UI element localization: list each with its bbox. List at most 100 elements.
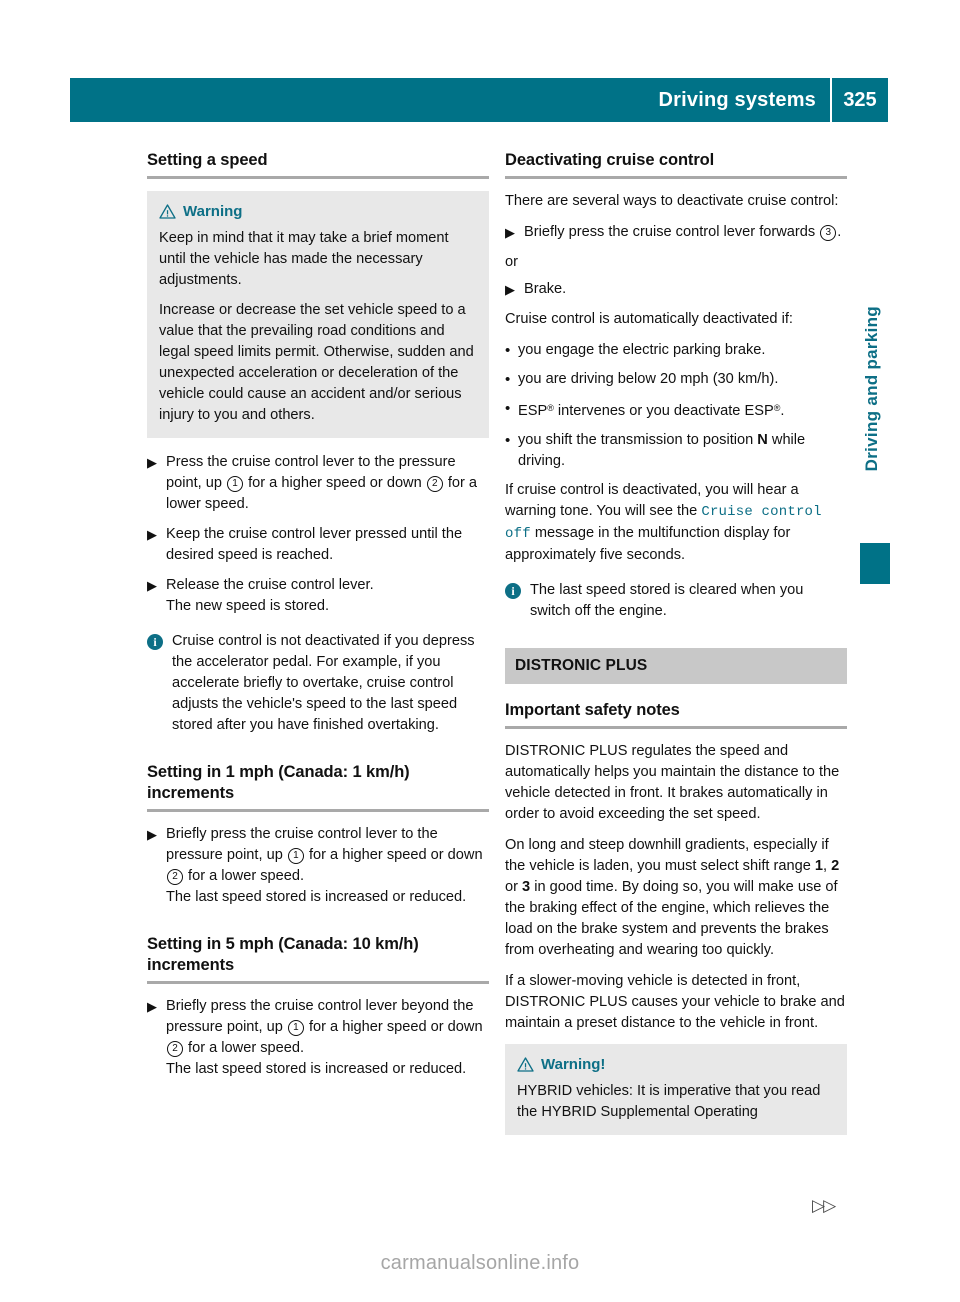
info-note-text: Cruise control is not deactivated if you… bbox=[172, 633, 475, 733]
warning-triangle-icon bbox=[517, 1057, 534, 1072]
list-item: • ESP® intervenes or you deactivate ESP®… bbox=[505, 398, 847, 422]
heading-rule bbox=[505, 176, 847, 179]
warning-box-hybrid: Warning! HYBRID vehicles: It is imperati… bbox=[505, 1044, 847, 1135]
list-item: • you are driving below 20 mph (30 km/h)… bbox=[505, 369, 847, 390]
step-marker-icon: ▶ bbox=[147, 578, 157, 593]
step-marker-icon: ▶ bbox=[147, 827, 157, 842]
warning-header: Warning! bbox=[517, 1054, 835, 1075]
step-marker-icon: ▶ bbox=[147, 455, 157, 470]
list-item-text: ESP® intervenes or you deactivate ESP®. bbox=[518, 398, 847, 422]
esp-mid: intervenes or you deactivate ESP bbox=[553, 403, 774, 419]
list-item-text: you shift the transmission to position N… bbox=[518, 430, 847, 472]
para2-pre: On long and steep downhill gradients, es… bbox=[505, 837, 829, 874]
shift-pre: you shift the transmission to position bbox=[518, 432, 758, 448]
dot-marker-icon: • bbox=[505, 342, 511, 359]
warning-header: Warning bbox=[159, 201, 477, 222]
heading-block-1mph: Setting in 1 mph (Canada: 1 km/h) increm… bbox=[147, 762, 489, 812]
heading-rule bbox=[147, 809, 489, 812]
step-item: ▶ Keep the cruise control lever pressed … bbox=[147, 524, 489, 566]
step-text-mid: for a higher speed or down bbox=[244, 475, 426, 491]
side-tab-label: Driving and parking bbox=[862, 306, 881, 472]
para2-sep2: or bbox=[505, 879, 523, 895]
heading-block-deactivating: Deactivating cruise control bbox=[505, 150, 847, 179]
gear-position-label: N bbox=[757, 432, 768, 448]
continuation-arrows-icon: ▷▷ bbox=[812, 1196, 836, 1215]
esp-label: ESP bbox=[518, 403, 548, 419]
info-note-text: The last speed stored is cleared when yo… bbox=[530, 582, 804, 619]
circled-number-1: 1 bbox=[287, 1020, 304, 1036]
step-text-post: for a lower speed. bbox=[184, 868, 305, 884]
warn-tone-post: message in the multifunction display for… bbox=[505, 525, 791, 563]
heading-block-safety-notes: Important safety notes bbox=[505, 700, 847, 729]
or-label: or bbox=[505, 254, 518, 270]
step-text-sub: The last speed stored is increased or re… bbox=[166, 889, 467, 905]
step-marker-icon: ▶ bbox=[147, 527, 157, 542]
page-number: 325 bbox=[843, 88, 877, 111]
step-item: ▶ Brake. bbox=[505, 279, 847, 300]
circled-number-3: 3 bbox=[820, 225, 837, 241]
step-text: Briefly press the cruise control lever f… bbox=[524, 222, 847, 243]
step-item: ▶ Release the cruise control lever. The … bbox=[147, 575, 489, 617]
circled-number-2: 2 bbox=[426, 476, 443, 492]
step-text-pre: Briefly press the cruise control lever f… bbox=[524, 224, 820, 240]
heading-rule bbox=[505, 726, 847, 729]
paragraph-distronic-2: On long and steep downhill gradients, es… bbox=[505, 835, 847, 961]
warning-box-setting-a-speed: Warning Keep in mind that it may take a … bbox=[147, 191, 489, 438]
list-item: • you engage the electric parking brake. bbox=[505, 340, 847, 361]
step-text-main: Release the cruise control lever. bbox=[166, 577, 374, 593]
page-header-title: Driving systems bbox=[658, 88, 816, 111]
warning-paragraph: Increase or decrease the set vehicle spe… bbox=[159, 302, 474, 423]
list-item: • you shift the transmission to position… bbox=[505, 430, 847, 472]
list-item-text: you are driving below 20 mph (30 km/h). bbox=[518, 371, 779, 387]
paragraph-distronic-1: DISTRONIC PLUS regulates the speed and a… bbox=[505, 743, 840, 822]
paragraph-warning-tone: If cruise control is deactivated, you wi… bbox=[505, 480, 847, 566]
step-item: ▶ Press the cruise control lever to the … bbox=[147, 452, 489, 515]
step-text-mid: for a higher speed or down bbox=[304, 1019, 483, 1035]
heading-rule bbox=[147, 176, 489, 179]
step-text-mid: for a higher speed or down bbox=[304, 847, 483, 863]
step-text: Release the cruise control lever. The ne… bbox=[166, 575, 489, 617]
step-text-post: for a lower speed. bbox=[184, 1040, 305, 1056]
paragraph-intro: There are several ways to deactivate cru… bbox=[505, 193, 839, 209]
page-header-bar: Driving systems 325 bbox=[70, 78, 888, 122]
shift-range-1: 1 bbox=[814, 858, 823, 874]
step-text-sub: The last speed stored is increased or re… bbox=[166, 1061, 467, 1077]
step-text-sub: The new speed is stored. bbox=[166, 598, 330, 614]
heading-block-5mph: Setting in 5 mph (Canada: 10 km/h) incre… bbox=[147, 934, 489, 984]
para2-post: in good time. By doing so, you will make… bbox=[505, 879, 838, 958]
circled-number-2: 2 bbox=[167, 869, 183, 885]
shift-range-2: 2 bbox=[831, 858, 840, 874]
circled-number-1: 1 bbox=[227, 476, 244, 492]
warning-title: Warning bbox=[183, 203, 243, 220]
heading-important-safety-notes: Important safety notes bbox=[505, 701, 680, 719]
step-item: ▶ Briefly press the cruise control lever… bbox=[147, 996, 489, 1080]
section-banner-distronic-plus: DISTRONIC PLUS bbox=[505, 648, 847, 684]
circled-number-1: 1 bbox=[287, 848, 304, 864]
warning-paragraph: HYBRID vehicles: It is imperative that y… bbox=[517, 1083, 821, 1120]
left-column: Setting a speed Warning Keep in mind tha… bbox=[147, 150, 489, 1089]
info-note-cruise-control: i Cruise control is not deactivated if y… bbox=[147, 631, 489, 736]
heading-rule bbox=[147, 981, 489, 984]
heading-setting-1mph: Setting in 1 mph (Canada: 1 km/h) increm… bbox=[147, 763, 410, 802]
watermark: carmanualsonline.info bbox=[380, 1252, 580, 1274]
step-item: ▶ Briefly press the cruise control lever… bbox=[147, 824, 489, 908]
warning-paragraph: Keep in mind that it may take a brief mo… bbox=[159, 230, 449, 288]
step-marker-icon: ▶ bbox=[505, 225, 515, 240]
step-text: Brake. bbox=[524, 281, 567, 297]
paragraph-distronic-3: If a slower-moving vehicle is detected i… bbox=[505, 973, 845, 1031]
side-tab-marker bbox=[860, 543, 890, 584]
step-text: Briefly press the cruise control lever b… bbox=[166, 996, 489, 1080]
step-item: ▶ Briefly press the cruise control lever… bbox=[505, 222, 847, 243]
step-marker-icon: ▶ bbox=[147, 999, 157, 1014]
step-text-post: . bbox=[837, 224, 842, 240]
registered-mark: ® bbox=[547, 403, 554, 413]
dot-marker-icon: • bbox=[505, 371, 511, 388]
heading-deactivating-cruise-control: Deactivating cruise control bbox=[505, 151, 715, 169]
heading-setting-a-speed: Setting a speed bbox=[147, 151, 268, 169]
dot-marker-icon: • bbox=[505, 400, 511, 417]
warning-title: Warning! bbox=[541, 1056, 606, 1073]
step-text: Keep the cruise control lever pressed un… bbox=[166, 526, 463, 563]
dot-marker-icon: • bbox=[505, 432, 511, 449]
info-icon: i bbox=[505, 583, 521, 599]
circled-number-2: 2 bbox=[167, 1041, 183, 1057]
